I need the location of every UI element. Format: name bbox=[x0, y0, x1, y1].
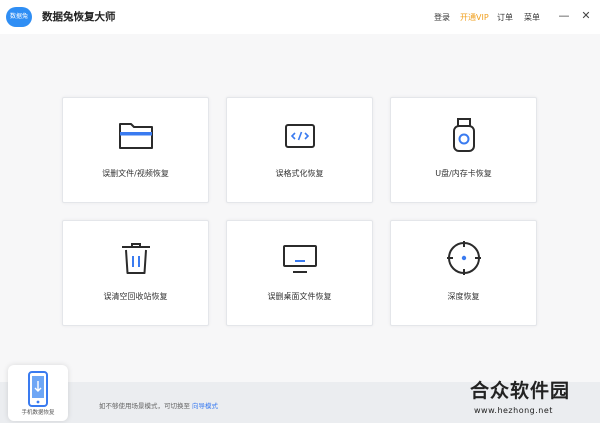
title-bar: 数据兔 数据兔恢复大师 登录 开通VIP 订单 菜单 — ✕ bbox=[0, 0, 600, 34]
card-label: U盘/内存卡恢复 bbox=[435, 169, 492, 178]
card-deleted-files[interactable]: 误删文件/视频恢复 bbox=[62, 97, 209, 203]
wizard-mode-link[interactable]: 向导模式 bbox=[192, 400, 218, 410]
mobile-recovery-button[interactable]: 手机数据恢复 bbox=[8, 365, 68, 421]
login-link[interactable]: 登录 bbox=[434, 12, 450, 23]
watermark-name: 合众软件园 bbox=[470, 380, 571, 402]
card-label: 误删桌面文件恢复 bbox=[267, 292, 332, 301]
crosshair-icon bbox=[447, 241, 481, 275]
card-label: 深度恢复 bbox=[447, 292, 480, 301]
app-title: 数据兔恢复大师 bbox=[42, 11, 116, 23]
card-deep-recovery[interactable]: 深度恢复 bbox=[390, 220, 537, 326]
minimize-button[interactable]: — bbox=[556, 6, 572, 26]
mode-hint-text: 如不够使用场景模式，可切换至 bbox=[99, 402, 190, 410]
menu-link[interactable]: 菜单 bbox=[524, 12, 540, 23]
trash-icon bbox=[122, 243, 150, 274]
card-format-recovery[interactable]: 误格式化恢复 bbox=[226, 97, 373, 203]
card-label: 误删文件/视频恢复 bbox=[102, 169, 169, 178]
code-window-icon bbox=[285, 124, 315, 148]
card-recycle-bin[interactable]: 误清空回收站恢复 bbox=[62, 220, 209, 326]
monitor-icon bbox=[283, 245, 317, 273]
usb-drive-icon bbox=[453, 118, 475, 152]
card-desktop-files[interactable]: 误删桌面文件恢复 bbox=[226, 220, 373, 326]
app-logo: 数据兔 bbox=[6, 7, 32, 27]
card-label: 误清空回收站恢复 bbox=[103, 292, 168, 301]
folder-icon bbox=[119, 123, 153, 149]
close-button[interactable]: ✕ bbox=[578, 6, 594, 26]
card-usb-recovery[interactable]: U盘/内存卡恢复 bbox=[390, 97, 537, 203]
watermark: 合众软件园 www.hezhong.net bbox=[470, 376, 598, 420]
card-label: 误格式化恢复 bbox=[275, 169, 324, 178]
orders-link[interactable]: 订单 bbox=[497, 12, 513, 23]
phone-icon bbox=[28, 371, 48, 407]
watermark-url: www.hezhong.net bbox=[474, 406, 553, 415]
mobile-recovery-label: 手机数据恢复 bbox=[21, 410, 55, 416]
vip-link[interactable]: 开通VIP bbox=[460, 12, 489, 23]
